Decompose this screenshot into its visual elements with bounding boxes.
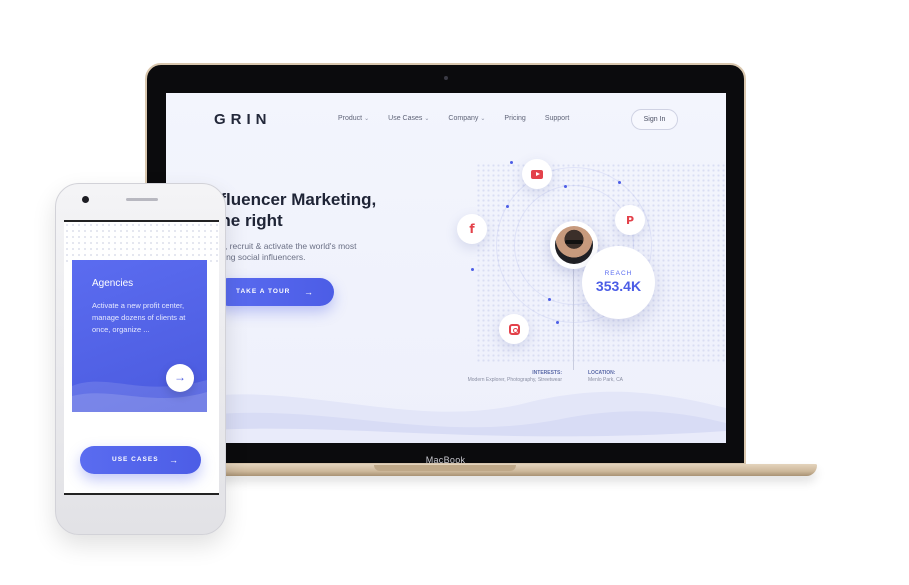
map-dot <box>506 205 509 208</box>
laptop-notch <box>374 465 516 471</box>
use-cases-label: USE CASES <box>112 456 159 463</box>
main-nav: Product ⌄ Use Cases ⌄ Company ⌄ Pricing Sup… <box>338 115 588 122</box>
phone-device: Agencies Activate a new profit center, m… <box>55 183 226 535</box>
arrow-right-icon: → <box>169 455 179 465</box>
site-logo[interactable]: GRIN <box>214 111 272 128</box>
youtube-icon[interactable] <box>522 159 552 189</box>
take-a-tour-label: TAKE A TOUR <box>236 288 291 295</box>
phone-camera <box>82 196 89 203</box>
use-cases-button[interactable]: USE CASES → <box>80 446 201 474</box>
instagram-glyph <box>508 323 520 335</box>
map-dot <box>556 321 559 324</box>
connector-line <box>573 265 574 370</box>
hero-subtitle-line-1: ntify, recruit & activate the world's mo… <box>210 241 357 251</box>
hero-title: nfluencer Marketing, one right <box>210 189 376 231</box>
chevron-down-icon: ⌄ <box>364 116 370 122</box>
laptop-screen: GRIN Product ⌄ Use Cases ⌄ Company ⌄ Pricin… <box>166 93 726 443</box>
nav-item-company[interactable]: Company ⌄ <box>448 115 485 122</box>
agencies-card-title: Agencies <box>92 278 134 289</box>
hero-subtitle: ntify, recruit & activate the world's mo… <box>210 241 357 263</box>
agencies-card[interactable]: Agencies Activate a new profit center, m… <box>72 260 207 412</box>
facebook-icon[interactable]: f <box>457 214 487 244</box>
hero-title-line-1: nfluencer Marketing, <box>210 190 377 209</box>
card-arrow-button[interactable]: → <box>166 364 194 392</box>
reach-label: REACH <box>604 270 633 277</box>
hero-title-line-2: one right <box>210 211 283 230</box>
take-a-tour-button[interactable]: TAKE A TOUR → <box>214 278 334 306</box>
phone-speaker <box>126 198 158 201</box>
map-dot <box>471 268 474 271</box>
chevron-down-icon: ⌄ <box>480 116 486 122</box>
pinterest-glyph: P <box>625 213 635 227</box>
nav-item-support[interactable]: Support <box>545 115 570 122</box>
pinterest-icon[interactable]: P <box>615 205 645 235</box>
sign-in-button[interactable]: Sign In <box>631 109 678 130</box>
laptop-lid: GRIN Product ⌄ Use Cases ⌄ Company ⌄ Pricin… <box>145 63 746 465</box>
phone-dot-pattern <box>64 222 219 262</box>
nav-item-product[interactable]: Product ⌄ <box>338 115 369 122</box>
background-waves <box>166 391 726 443</box>
youtube-glyph <box>531 169 543 179</box>
nav-item-use-cases[interactable]: Use Cases ⌄ <box>388 115 429 122</box>
map-dot <box>510 161 513 164</box>
map-dot <box>548 298 551 301</box>
instagram-icon[interactable] <box>499 314 529 344</box>
reach-badge: REACH 353.4K <box>582 246 655 319</box>
agencies-card-text: Activate a new profit center, manage doz… <box>92 301 186 334</box>
avatar-photo <box>555 226 593 264</box>
reach-value: 353.4K <box>595 278 642 294</box>
nav-item-pricing[interactable]: Pricing <box>504 115 525 122</box>
map-dot <box>618 181 621 184</box>
map-dot <box>564 185 567 188</box>
chevron-down-icon: ⌄ <box>424 116 430 122</box>
facebook-glyph: f <box>469 222 475 236</box>
hero-subtitle-line-2: gaging social influencers. <box>210 252 306 262</box>
phone-screen: Agencies Activate a new profit center, m… <box>64 220 219 495</box>
arrow-right-icon: → <box>304 287 314 297</box>
sunglasses <box>565 240 583 244</box>
laptop-camera <box>444 76 448 80</box>
